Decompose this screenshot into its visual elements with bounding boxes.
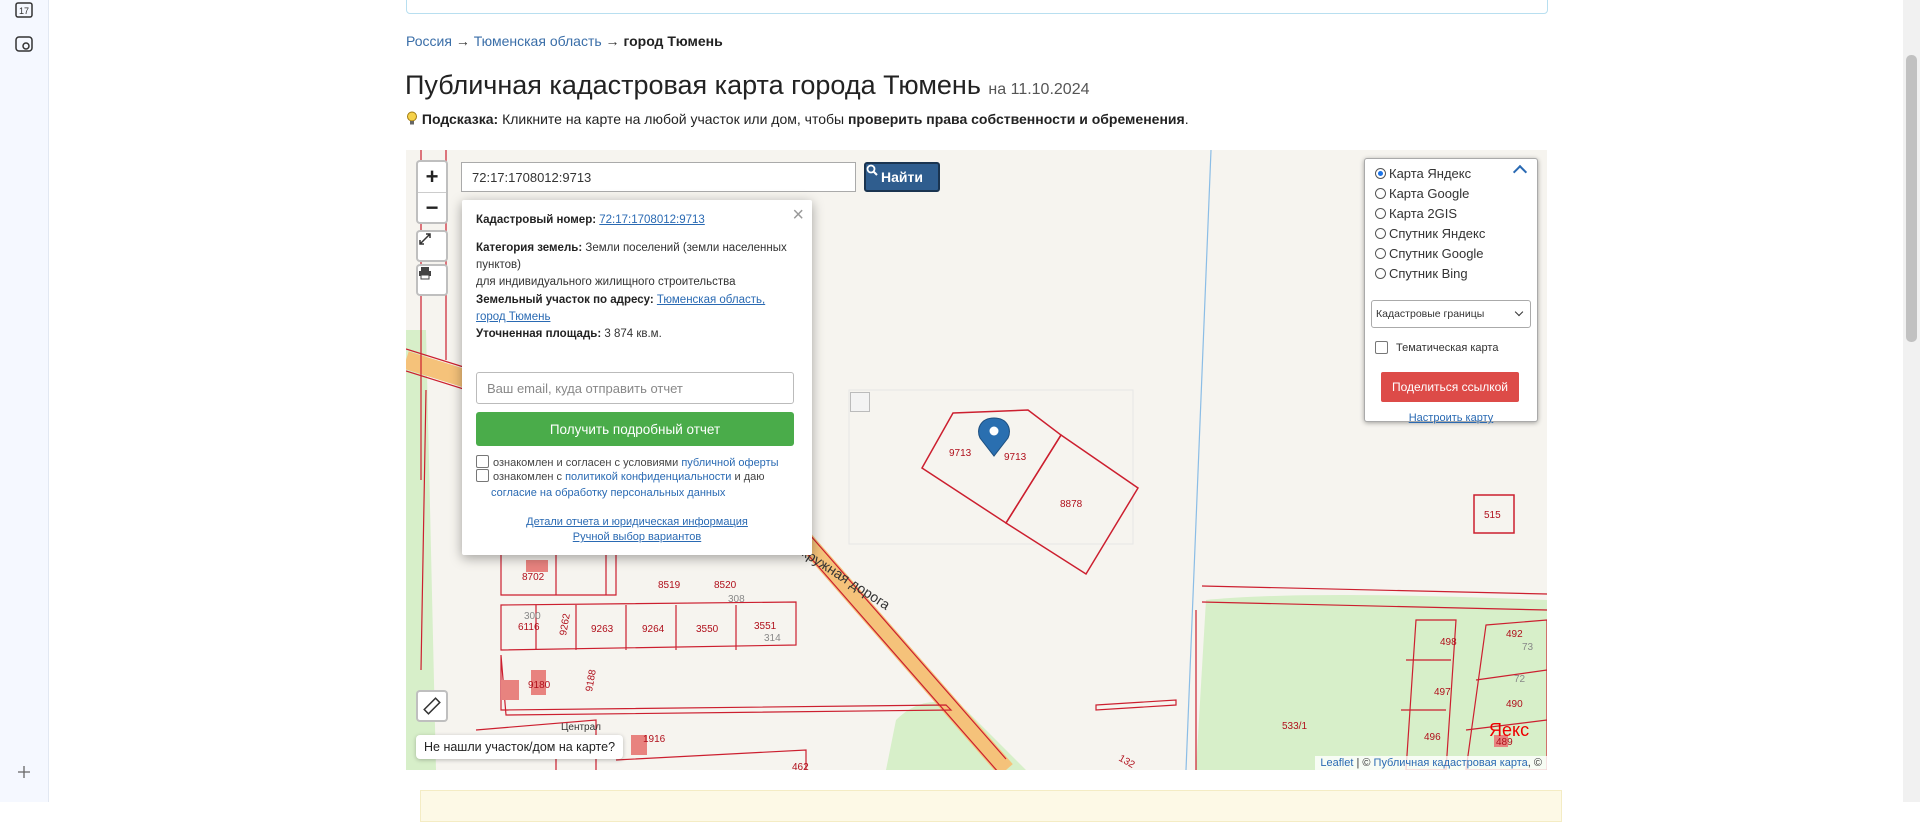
not-found-prompt[interactable]: Не нашли участок/дом на карте? [416, 735, 624, 759]
expand-icon [419, 233, 431, 245]
road-label: кружная дорога [799, 544, 893, 613]
breadcrumb: Россия → Тюменская область → город Тюмен… [406, 33, 723, 49]
parcel-label: 462 [792, 762, 809, 770]
parcel-label: 9264 [642, 624, 665, 635]
parcel-label: 308 [728, 594, 745, 605]
parcel-label: 497 [1434, 687, 1451, 698]
pkk-link[interactable]: Публичная кадастровая карта [1374, 757, 1528, 769]
leaflet-link[interactable]: Leaflet [1320, 757, 1353, 769]
parcel-label: 9713 [949, 448, 972, 459]
details-link[interactable]: Детали отчета и юридическая информация [526, 516, 748, 528]
parcel-label: 73 [1522, 642, 1534, 653]
page-scrollbar[interactable] [1903, 0, 1920, 802]
breadcrumb-city: город Тюмень [623, 33, 723, 49]
print-button[interactable] [416, 264, 448, 296]
calendar-icon[interactable]: 17 [14, 0, 34, 20]
breadcrumb-russia[interactable]: Россия [406, 33, 452, 49]
offer-link[interactable]: публичной оферты [681, 457, 778, 469]
overlay-select[interactable]: Кадастровые границы [1371, 300, 1531, 328]
ruler-button[interactable] [416, 690, 448, 722]
parcel-label: 533/1 [1282, 721, 1307, 732]
hint: Подсказка: Кликните на карте на любой уч… [406, 111, 1189, 127]
area-row: Уточненная площадь: 3 874 кв.м. [476, 328, 662, 340]
parcel-label: 490 [1506, 699, 1523, 710]
parcel-label: 8519 [658, 580, 681, 591]
browser-sidebar: 17 [0, 0, 49, 802]
parcel-label: 1916 [643, 734, 666, 745]
cadastral-search-input[interactable] [461, 162, 856, 192]
parcel-label: 9188 [584, 668, 599, 692]
privacy-checkbox[interactable] [476, 469, 489, 482]
layer-option[interactable]: Карта Яндекс [1375, 164, 1471, 182]
parcel-label: 9713 [1004, 452, 1027, 463]
map-marker-icon[interactable] [978, 417, 1010, 457]
yandex-logo: Яекс [1489, 720, 1530, 740]
layer-option[interactable]: Спутник Яндекс [1375, 224, 1485, 242]
parcel-label: 132 [1117, 753, 1137, 770]
layer-option[interactable]: Карта Google [1375, 184, 1469, 202]
printer-icon [419, 267, 431, 280]
parcel-label: 9180 [528, 680, 551, 691]
get-report-button[interactable]: Получить подробный отчет [476, 412, 794, 446]
layers-panel: Карта Яндекс Карта Google Карта 2GIS Спу… [1364, 158, 1538, 424]
lightbulb-icon [406, 111, 422, 127]
parcel-label: 8878 [1060, 499, 1083, 510]
layer-option[interactable]: Спутник Bing [1375, 264, 1468, 282]
layer-option[interactable]: Спутник Google [1375, 244, 1484, 262]
parcel-label: 72 [1514, 674, 1526, 685]
parcel-label: 492 [1506, 629, 1523, 640]
parcel-label: 496 [1424, 732, 1441, 743]
breadcrumb-region[interactable]: Тюменская область [474, 33, 602, 49]
broken-image-icon [850, 392, 870, 412]
thematic-toggle[interactable]: Тематическая карта [1375, 341, 1498, 354]
zoom-out-button[interactable]: − [418, 193, 446, 223]
cadnum-row: Кадастровый номер: 72:17:1708012:9713 [476, 214, 705, 226]
parcel-label: 6116 [518, 622, 540, 633]
share-link-button[interactable]: Поделиться ссылкой [1381, 372, 1519, 402]
configure-map-link[interactable]: Настроить карту [1409, 412, 1494, 424]
category-row: Категория земель: Земли поселений (земли… [476, 242, 787, 288]
zoom-control: + − [416, 160, 448, 224]
zoom-in-button[interactable]: + [418, 162, 446, 193]
parcel-info-popup: × Кадастровый номер: 72:17:1708012:9713 … [462, 200, 812, 555]
parcel-label: 3551 [754, 621, 777, 632]
fullscreen-button[interactable] [416, 230, 448, 262]
bottom-notice [420, 790, 1562, 822]
top-banner [406, 0, 1548, 14]
parcel-label: 8520 [714, 580, 737, 591]
chevron-up-icon[interactable] [1512, 164, 1528, 180]
address-row: Земельный участок по адресу: Тюменская о… [476, 294, 766, 323]
layer-option[interactable]: Карта 2GIS [1375, 204, 1457, 222]
plus-icon[interactable] [14, 762, 34, 782]
parcel-label: 9262 [558, 612, 573, 636]
svg-text:17: 17 [19, 6, 29, 16]
cadnum-link[interactable]: 72:17:1708012:9713 [599, 214, 705, 226]
ruler-icon [423, 697, 441, 715]
email-field[interactable]: Ваш email, куда отправить отчет [476, 372, 794, 404]
privacy-agreement: ознакомлен с политикой конфиденциальност… [476, 469, 796, 501]
camera-icon[interactable] [14, 34, 34, 54]
privacy-link[interactable]: политикой конфиденциальности [565, 471, 731, 483]
cadastral-map[interactable]: 9713 9713 8878 515 8702 8519 8520 308 61… [406, 150, 1547, 770]
search-button[interactable]: Найти [864, 162, 940, 192]
page-date: на 11.10.2024 [988, 81, 1090, 98]
search-icon [866, 164, 878, 176]
parcel-label: 515 [1484, 510, 1501, 521]
street-label: Централ [561, 722, 601, 733]
page-title: Публичная кадастровая карта города Тюмен… [405, 70, 1090, 100]
parcel-label: 8702 [522, 572, 545, 583]
parcel-label: 498 [1440, 637, 1457, 648]
offer-checkbox[interactable] [476, 455, 489, 468]
map-attribution: Leaflet | © Публичная кадастровая карта,… [1315, 756, 1547, 770]
consent-link[interactable]: согласие на обработку персональных данны… [491, 487, 725, 499]
parcel-label: 314 [764, 633, 781, 644]
parcel-label: 9263 [591, 624, 614, 635]
parcel-label: 300 [524, 611, 541, 622]
manual-select-link[interactable]: Ручной выбор вариантов [573, 531, 701, 543]
parcel-label: 3550 [696, 624, 719, 635]
